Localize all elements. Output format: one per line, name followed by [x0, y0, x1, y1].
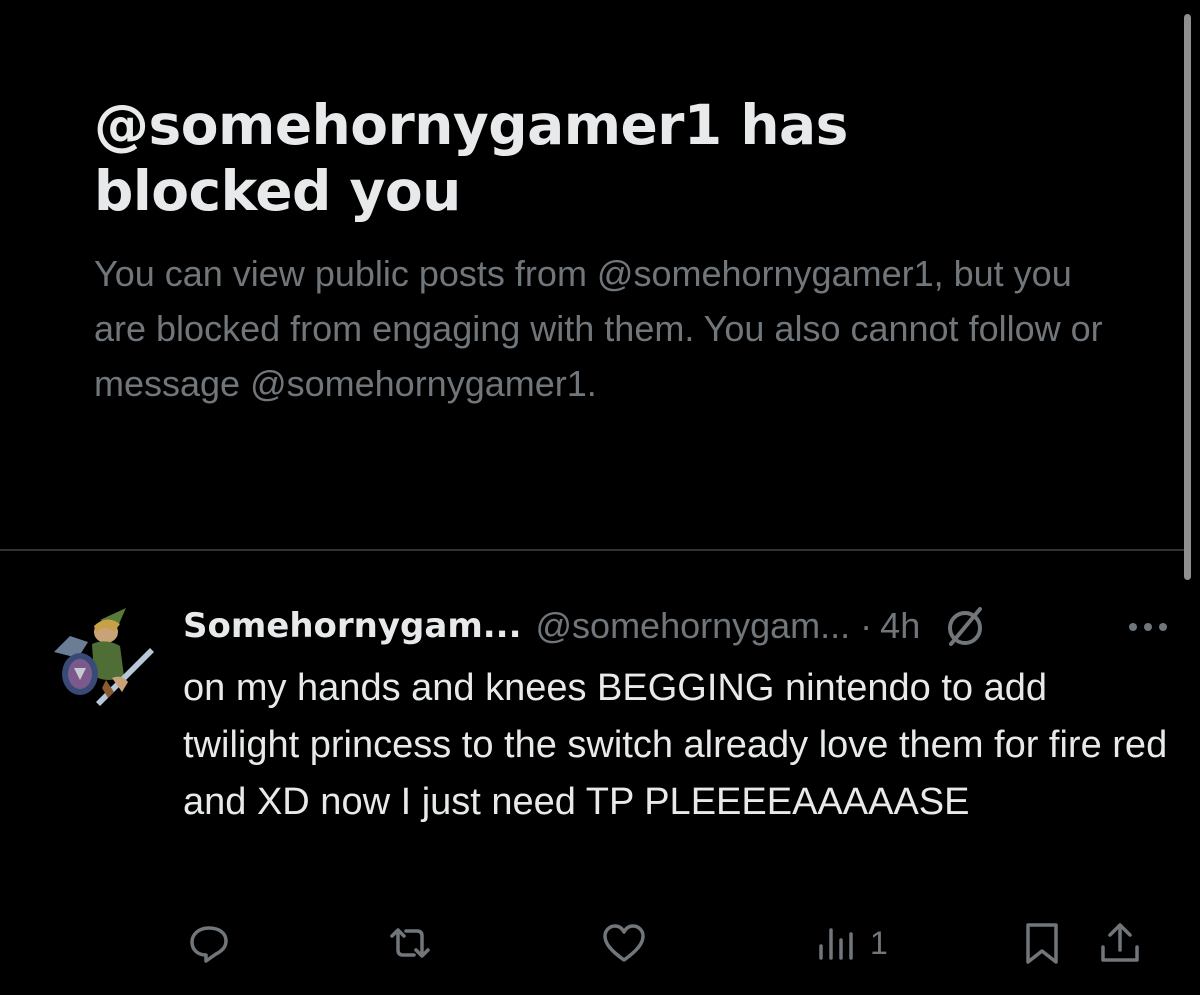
separator: ·: [860, 605, 873, 646]
timestamp[interactable]: 4h: [880, 605, 920, 647]
heart-icon: [600, 920, 648, 966]
bookmark-button[interactable]: [1022, 918, 1062, 968]
blocked-title: @somehornygamer1 has blocked you: [94, 93, 848, 223]
display-name[interactable]: Somehornygam...: [183, 606, 522, 646]
repost-icon: [384, 920, 436, 966]
post[interactable]: Somehornygam... @somehornygam... · 4h on…: [0, 552, 1184, 995]
handle[interactable]: @somehornygam...: [536, 605, 851, 647]
more-dots-icon[interactable]: [1126, 617, 1170, 637]
share-button[interactable]: [1098, 918, 1142, 968]
blocked-notice: @somehornygamer1 has blocked you You can…: [94, 92, 1103, 411]
bookmark-icon: [1022, 920, 1062, 966]
post-header: Somehornygam... @somehornygam... · 4h: [183, 602, 1153, 650]
scrollbar[interactable]: [1184, 14, 1191, 580]
views-count: 1: [870, 924, 888, 961]
repost-button[interactable]: [384, 918, 436, 968]
reply-button[interactable]: [186, 918, 232, 968]
post-text: on my hands and knees BEGGING nintendo t…: [183, 667, 1168, 823]
avatar[interactable]: [48, 602, 156, 710]
share-icon: [1098, 920, 1142, 966]
blocked-description: You can view public posts from @somehorn…: [94, 253, 1103, 404]
eye-slash-icon: [942, 603, 988, 649]
like-button[interactable]: [600, 918, 648, 968]
views-chart-icon: [816, 920, 858, 966]
views-button[interactable]: 1: [816, 918, 888, 968]
divider: [0, 549, 1184, 551]
post-actions: 1: [0, 918, 1184, 968]
reply-icon: [186, 920, 232, 966]
